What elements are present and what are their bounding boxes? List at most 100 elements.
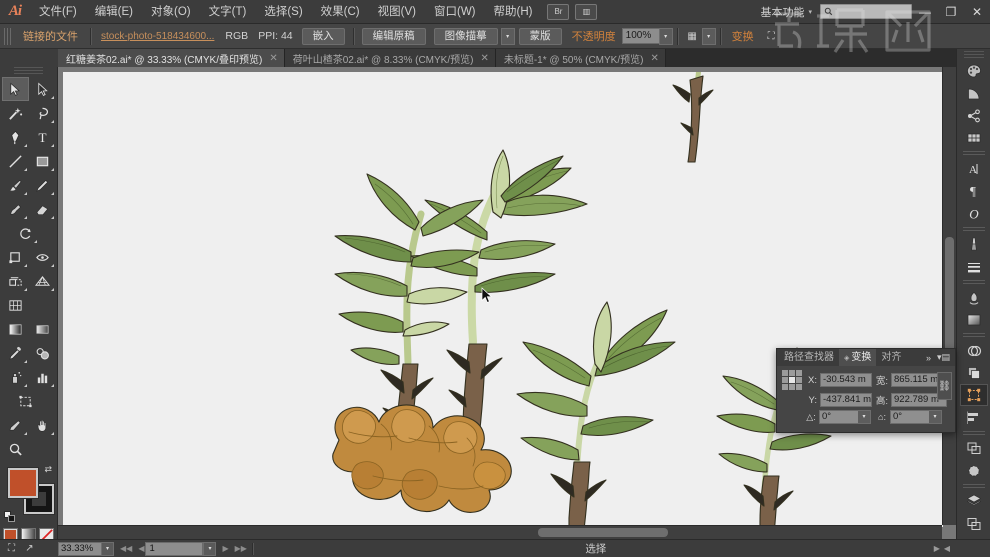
edit-original-button[interactable]: 编辑原稿	[361, 27, 426, 45]
zoom-tool[interactable]	[2, 437, 29, 461]
window-close-button[interactable]: ✕	[964, 0, 990, 24]
window-minimize-button[interactable]: —	[912, 0, 938, 24]
horizontal-scrollbar-thumb[interactable]	[538, 528, 668, 537]
share-icon[interactable]: ↗	[22, 542, 37, 555]
pathfinder-panel-icon[interactable]	[960, 362, 988, 384]
selection-tool[interactable]	[2, 77, 29, 101]
blend-tool[interactable]	[29, 341, 56, 365]
tools-panel-grip[interactable]	[14, 67, 43, 76]
blob-brush-tool[interactable]	[2, 197, 29, 221]
tab-close-icon[interactable]: ✕	[480, 53, 488, 64]
embed-button[interactable]: 嵌入	[301, 27, 345, 45]
window-maximize-button[interactable]: ❐	[938, 0, 964, 24]
tab-transform[interactable]: ◈ 变换	[839, 349, 877, 366]
align-panel-icon[interactable]	[960, 406, 988, 428]
tab-document-3[interactable]: 未标题-1* @ 50% (CMYK/预览) ✕	[495, 49, 666, 67]
transform-panel-icon[interactable]	[959, 384, 988, 407]
status-scroll-left-icon[interactable]: ◀	[944, 544, 950, 553]
swap-fill-stroke-icon[interactable]: ⇄	[44, 464, 52, 475]
artboard-navigation-icon[interactable]: ⛶	[4, 542, 19, 555]
stroke-panel-icon[interactable]	[960, 256, 988, 278]
linked-file-name[interactable]: stock-photo-518434600...	[95, 31, 220, 42]
y-input[interactable]: -437.841 m	[820, 393, 872, 407]
isolate-selected-icon[interactable]: ⛶	[763, 29, 780, 44]
rotate-tool[interactable]	[12, 221, 39, 245]
gradient-tool[interactable]	[2, 317, 29, 341]
slice-tool[interactable]	[2, 413, 29, 437]
image-trace-button[interactable]: 图像描摹	[433, 27, 498, 45]
tab-document-1[interactable]: 红糖姜茶02.ai* @ 33.33% (CMYK/叠印预览) ✕	[58, 49, 285, 67]
collapse-panel-icon[interactable]: »	[923, 353, 934, 363]
fill-color-swatch[interactable]	[8, 468, 38, 498]
dock-grip[interactable]	[963, 51, 984, 59]
canvas-area[interactable]	[58, 67, 956, 539]
workspace-caret-icon[interactable]: ▾	[808, 8, 812, 16]
horizontal-scrollbar[interactable]	[58, 525, 942, 539]
symbol-sprayer-tool[interactable]	[2, 365, 29, 389]
menu-effect[interactable]: 效果(C)	[312, 0, 369, 24]
color-panel-icon[interactable]	[960, 60, 988, 82]
paintbrush-tool[interactable]	[2, 173, 29, 197]
artboard-caret-icon[interactable]: ▾	[203, 541, 217, 556]
eyedropper-tool[interactable]	[2, 341, 29, 365]
opacity-label[interactable]: 不透明度	[566, 28, 622, 44]
tab-pathfinder[interactable]: 路径查找器	[779, 349, 839, 366]
status-text[interactable]: 选择	[258, 541, 934, 556]
artboard-nav-last[interactable]: ▶▶	[235, 544, 247, 553]
swatches-panel-icon[interactable]	[960, 127, 988, 149]
shear-input[interactable]: 0° ▾	[890, 410, 942, 424]
artboard-number-input[interactable]: 1	[145, 541, 204, 556]
gradient-panel-icon[interactable]	[960, 286, 988, 308]
reference-point-selector[interactable]	[782, 370, 802, 390]
artboard-nav-first[interactable]: ◀◀	[120, 544, 132, 553]
menu-file[interactable]: 文件(F)	[30, 0, 86, 24]
align-caret-icon[interactable]: ▾	[701, 27, 716, 45]
opacity-input[interactable]: 100%	[621, 28, 660, 44]
align-icon[interactable]: ▦	[684, 29, 701, 44]
paragraph-panel-icon[interactable]: ¶	[960, 180, 988, 202]
mask-button[interactable]: 蒙版	[518, 27, 562, 45]
direct-selection-tool[interactable]	[29, 77, 56, 101]
image-trace-caret-icon[interactable]: ▾	[500, 27, 515, 45]
transform-panel[interactable]: 路径查找器 ◈ 变换 对齐 » ▾▤ X: -30.543 m 宽: 865.11…	[776, 348, 956, 433]
gradient-swatch-tool[interactable]	[29, 317, 56, 341]
constrain-proportions-icon[interactable]: ⛓	[937, 372, 952, 400]
menu-view[interactable]: 视图(V)	[369, 0, 425, 24]
type-tool[interactable]: T	[29, 125, 56, 149]
pen-tool[interactable]	[2, 125, 29, 149]
menu-edit[interactable]: 编辑(E)	[86, 0, 142, 24]
bridge-icon[interactable]: Br	[547, 3, 570, 20]
rectangle-tool[interactable]	[29, 149, 56, 173]
shape-builder-tool[interactable]	[2, 269, 29, 293]
pencil-tool[interactable]	[29, 173, 56, 197]
width-tool[interactable]	[29, 245, 56, 269]
control-bar-grip[interactable]	[4, 27, 11, 45]
tab-close-icon[interactable]: ✕	[269, 53, 277, 64]
links-panel-icon[interactable]	[960, 513, 988, 535]
hand-tool[interactable]	[29, 413, 56, 437]
tab-document-2[interactable]: 荷叶山楂茶02.ai* @ 8.33% (CMYK/预览) ✕	[284, 49, 496, 67]
tab-align[interactable]: 对齐	[876, 349, 906, 366]
status-scroll-right-icon[interactable]: ▶	[934, 544, 940, 553]
artboard-nav-next[interactable]: ▶	[222, 544, 228, 553]
opentype-panel-icon[interactable]: O	[960, 202, 988, 224]
menu-type[interactable]: 文字(T)	[200, 0, 256, 24]
artboard-nav-prev[interactable]: ◀	[138, 544, 144, 553]
default-fill-stroke-icon[interactable]	[4, 511, 15, 522]
artboard[interactable]	[63, 72, 943, 527]
panel-menu-icon[interactable]: ▾▤	[934, 352, 953, 363]
rotate-input[interactable]: 0° ▾	[819, 410, 871, 424]
transform-link[interactable]: 变换	[725, 28, 761, 44]
zoom-level-input[interactable]: 33.33%	[58, 541, 102, 556]
brushes-panel-icon[interactable]	[960, 233, 988, 255]
color-guide-panel-icon[interactable]	[960, 82, 988, 104]
x-input[interactable]: -30.543 m	[820, 373, 872, 387]
symbols-panel-icon[interactable]	[960, 105, 988, 127]
character-panel-icon[interactable]: A	[960, 158, 988, 180]
opacity-caret-icon[interactable]: ▾	[658, 27, 673, 45]
rotate-caret-icon[interactable]: ▾	[858, 411, 870, 423]
perspective-grid-tool[interactable]	[29, 269, 56, 293]
shear-caret-icon[interactable]: ▾	[929, 411, 941, 423]
tab-close-icon[interactable]: ✕	[650, 53, 658, 64]
magic-wand-tool[interactable]	[2, 101, 29, 125]
